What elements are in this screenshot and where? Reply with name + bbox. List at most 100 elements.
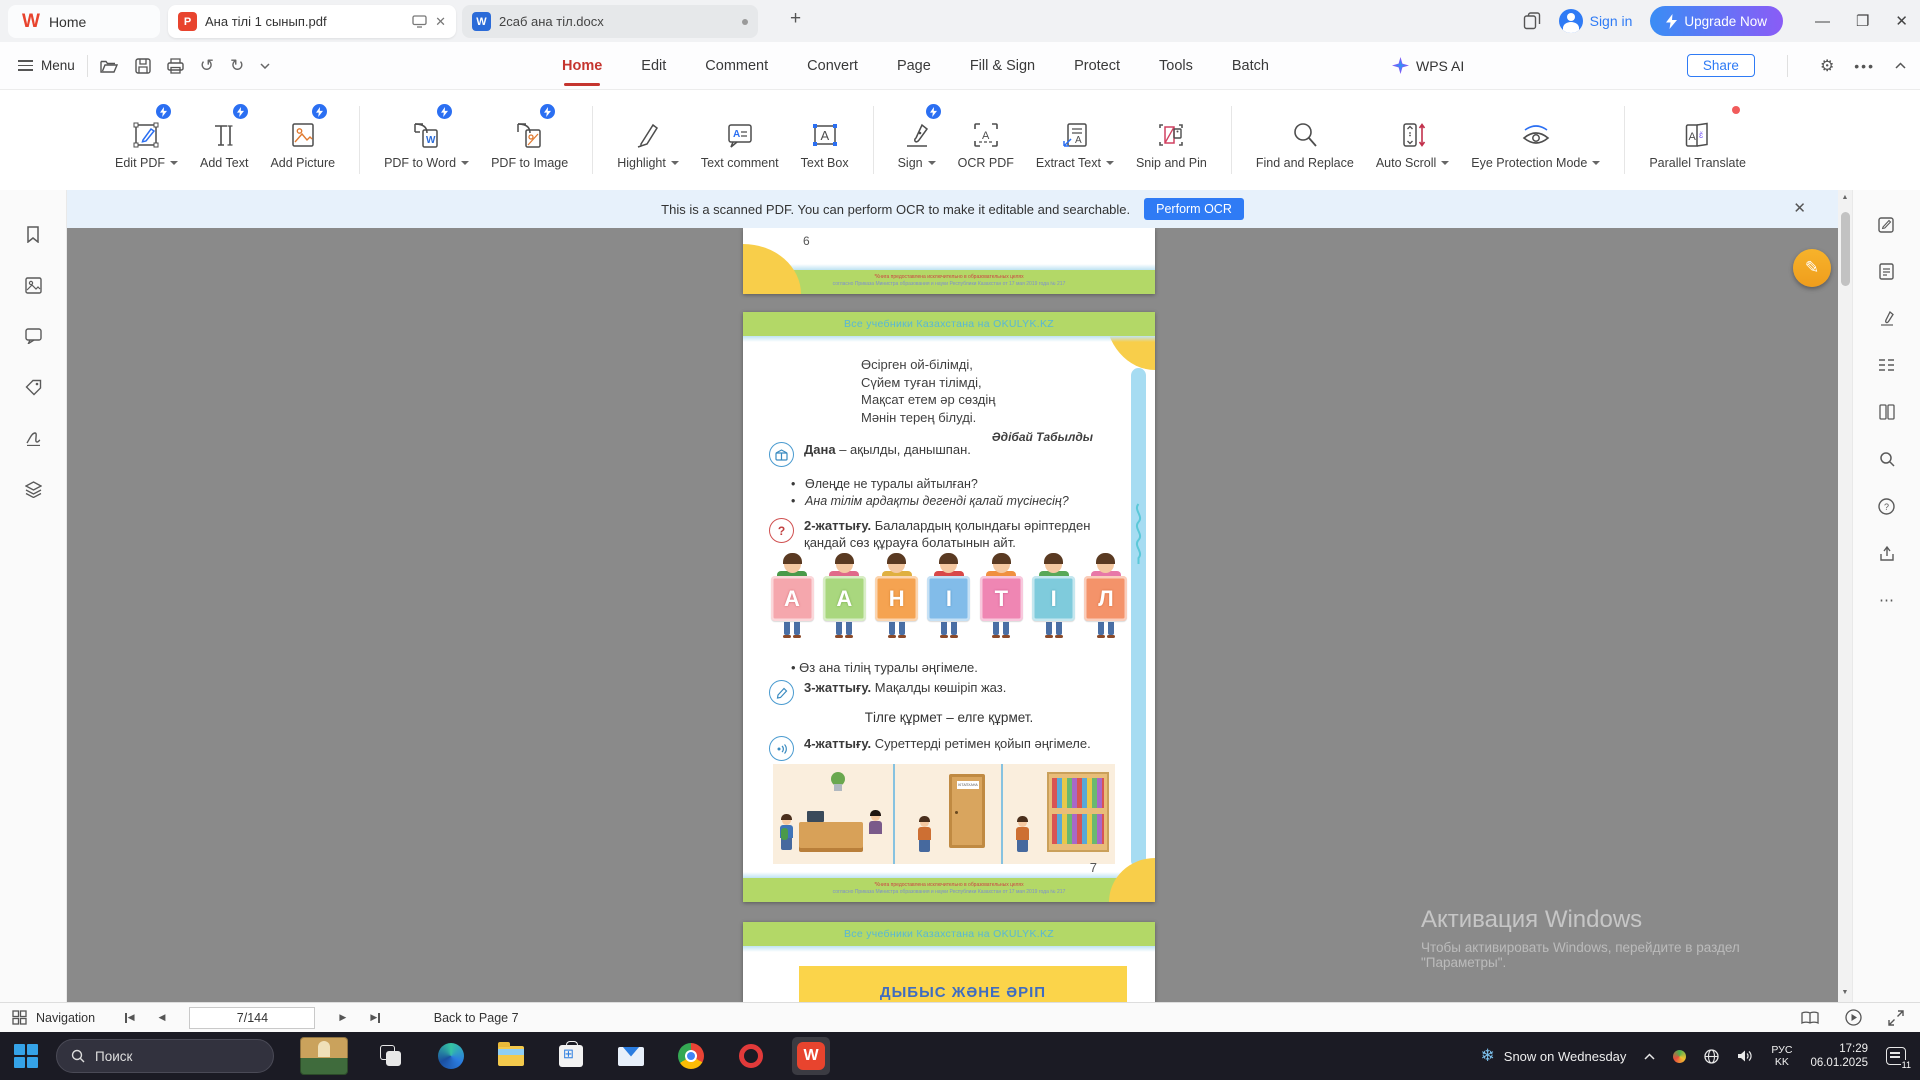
opera-app[interactable] — [732, 1037, 770, 1075]
open-file-icon[interactable] — [100, 58, 119, 74]
navigation-toggle[interactable]: Navigation — [0, 1010, 95, 1025]
search-icon[interactable] — [1877, 449, 1897, 469]
scrollbar-thumb[interactable] — [1840, 212, 1850, 286]
notification-center-icon[interactable]: 11 — [1886, 1047, 1912, 1070]
task-view-button[interactable] — [372, 1037, 410, 1075]
sign-in-button[interactable]: Sign in — [1558, 9, 1632, 33]
help-icon[interactable]: ? — [1877, 496, 1897, 516]
close-button[interactable]: ✕ — [1895, 12, 1908, 30]
share-doc-icon[interactable] — [1877, 543, 1897, 563]
mail-app[interactable] — [612, 1037, 650, 1075]
previous-page-button[interactable]: ◀ — [159, 1012, 166, 1023]
menu-button[interactable]: Menu — [0, 57, 75, 74]
find-and-replace-button[interactable]: Find and Replace — [1245, 110, 1365, 170]
hidden-icons-chevron[interactable] — [1644, 1052, 1655, 1060]
ribbon-tab-edit[interactable]: Edit — [639, 58, 668, 74]
close-notice-icon[interactable]: ✕ — [1793, 199, 1806, 217]
save-icon[interactable] — [135, 57, 151, 74]
pdf-to-image-button[interactable]: PDF to Image — [480, 104, 579, 170]
widget-thumbnail[interactable] — [300, 1037, 348, 1075]
eye-protection-mode-button[interactable]: Eye Protection Mode — [1460, 110, 1611, 170]
tab-word-document[interactable]: W 2саб ана тіл.docx — [462, 5, 758, 38]
tab-pdf-document[interactable]: P Ана тілі 1 сынып.pdf ✕ — [168, 5, 456, 38]
ribbon-tab-page[interactable]: Page — [895, 58, 933, 74]
two-page-view-icon[interactable] — [1801, 1010, 1819, 1025]
close-tab-icon[interactable]: ✕ — [435, 14, 446, 30]
ocr-pdf-button[interactable]: A OCR PDF — [947, 110, 1025, 170]
more-options-icon[interactable]: ••• — [1854, 58, 1875, 74]
text-box-button[interactable]: A Text Box — [790, 110, 860, 170]
ribbon-tab-comment[interactable]: Comment — [703, 58, 770, 74]
undo-icon[interactable]: ↺ — [200, 56, 214, 76]
new-tab-button[interactable]: + — [790, 8, 801, 30]
export-icon[interactable] — [1877, 261, 1897, 281]
ribbon-tab-convert[interactable]: Convert — [805, 58, 860, 74]
edit-pdf-button[interactable]: Edit PDF — [104, 104, 189, 170]
add-picture-button[interactable]: Add Picture — [259, 104, 346, 170]
highlight-button[interactable]: Highlight — [606, 110, 690, 170]
page-layout-icon[interactable] — [1877, 402, 1897, 422]
edit-fab-button[interactable]: ✎ — [1793, 249, 1831, 287]
chrome-app[interactable] — [672, 1037, 710, 1075]
apps-icon[interactable] — [1523, 12, 1541, 30]
sign-button[interactable]: Sign — [887, 104, 947, 170]
print-icon[interactable] — [167, 57, 184, 74]
full-screen-icon[interactable] — [1888, 1009, 1904, 1026]
document-view[interactable]: 6 *Книга предоставлена исключительно в о… — [67, 228, 1838, 1002]
minimize-button[interactable]: — — [1815, 13, 1830, 30]
scroll-up-icon[interactable]: ▲ — [1842, 190, 1849, 205]
parallel-translate-button[interactable]: Aɛ̆ Parallel Translate — [1638, 106, 1757, 170]
comments-panel-icon[interactable] — [23, 326, 43, 346]
perform-ocr-button[interactable]: Perform OCR — [1144, 198, 1244, 220]
ribbon-tab-protect[interactable]: Protect — [1072, 58, 1122, 74]
pdf-to-word-button[interactable]: W PDF to Word — [373, 104, 480, 170]
ribbon-tab-fill-sign[interactable]: Fill & Sign — [968, 58, 1037, 74]
file-explorer-app[interactable] — [492, 1037, 530, 1075]
ribbon-tab-tools[interactable]: Tools — [1157, 58, 1195, 74]
add-text-button[interactable]: Add Text — [189, 104, 259, 170]
auto-scroll-button[interactable]: Auto Scroll — [1365, 110, 1460, 170]
signature-pen-icon[interactable] — [1877, 308, 1897, 328]
signature-stamp-icon[interactable] — [23, 428, 43, 448]
taskbar-search[interactable]: Поиск — [56, 1039, 274, 1073]
edge-app[interactable] — [432, 1037, 470, 1075]
network-icon[interactable] — [1704, 1048, 1720, 1064]
clock[interactable]: 17:29 06.01.2025 — [1810, 1042, 1868, 1070]
page-thumbnails-icon[interactable] — [23, 275, 43, 295]
ribbon-tab-home[interactable]: Home — [560, 58, 604, 74]
first-page-button[interactable]: ◀ — [125, 1012, 135, 1023]
more-tools-icon[interactable]: ⋯ — [1877, 590, 1897, 610]
wps-office-app[interactable]: W — [792, 1037, 830, 1075]
monitor-icon[interactable] — [412, 15, 427, 28]
next-page-button[interactable]: ▶ — [339, 1012, 346, 1023]
text-comment-button[interactable]: A Text comment — [690, 110, 790, 170]
vertical-scrollbar[interactable]: ▲ ▼ — [1838, 190, 1852, 1002]
layers-icon[interactable] — [23, 479, 43, 499]
annotate-icon[interactable] — [1877, 214, 1897, 234]
page-indicator-input[interactable]: 7/144 — [189, 1006, 316, 1029]
tags-icon[interactable] — [23, 377, 43, 397]
presentation-play-icon[interactable] — [1845, 1009, 1862, 1026]
wps-ai-button[interactable]: WPS AI — [1392, 42, 1464, 89]
gear-icon[interactable]: ⚙ — [1820, 56, 1834, 76]
last-page-button[interactable]: ▶ — [370, 1012, 380, 1023]
collapse-ribbon-icon[interactable] — [1895, 62, 1906, 69]
microsoft-store-app[interactable] — [552, 1037, 590, 1075]
start-button[interactable] — [14, 1044, 38, 1068]
back-to-page-link[interactable]: Back to Page 7 — [434, 1011, 519, 1025]
chevron-down-icon[interactable] — [260, 62, 270, 69]
redo-icon[interactable]: ↻ — [230, 56, 244, 76]
ribbon-tab-batch[interactable]: Batch — [1230, 58, 1271, 74]
reading-layout-icon[interactable] — [1877, 355, 1897, 375]
upgrade-now-button[interactable]: Upgrade Now — [1650, 6, 1783, 36]
restore-button[interactable]: ❐ — [1856, 12, 1869, 30]
tray-app-icon[interactable] — [1673, 1049, 1687, 1063]
bookmark-icon[interactable] — [23, 224, 43, 244]
weather-widget[interactable]: ❄ Snow on Wednesday — [1481, 1046, 1627, 1066]
snip-and-pin-button[interactable]: Snip and Pin — [1125, 110, 1218, 170]
home-tab[interactable]: W Home — [8, 5, 160, 38]
volume-icon[interactable] — [1737, 1049, 1753, 1063]
language-indicator[interactable]: РУС KK — [1771, 1044, 1792, 1068]
share-button[interactable]: Share — [1686, 54, 1755, 77]
extract-text-button[interactable]: A Extract Text — [1025, 110, 1125, 170]
